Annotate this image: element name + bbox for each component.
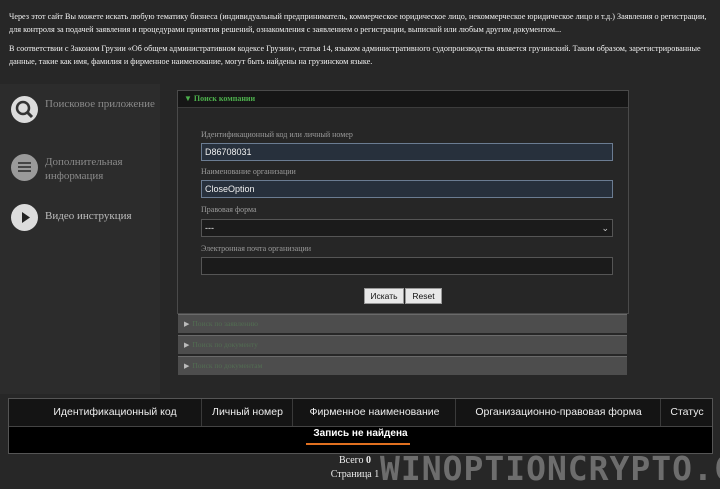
watermark: WINOPTIONCRYPTO.COM [380,449,720,488]
intro-paragraph-1: Через этот сайт Вы можете искать любую т… [9,12,707,34]
total-value: 0 [366,455,372,466]
sidebar-item-additional-info[interactable]: Дополнительная информация [11,151,161,185]
sidebar-item-search-app[interactable]: Поисковое приложение [11,93,161,127]
column-header-personal-number[interactable]: Личный номер [201,399,293,426]
intro-paragraph-2: В соответствии с Законом Грузии «Об обще… [9,44,701,66]
company-search-panel: ▼ Поиск компании Идентификационный код и… [177,90,629,314]
sidebar-item-video-guide[interactable]: Видео инструкция [11,201,161,235]
orange-underline [306,443,410,445]
sidebar-item-label: Дополнительная информация [45,156,123,182]
column-header-firm-name[interactable]: Фирменное наименование [292,399,456,426]
sidebar: Поисковое приложение Дополнительная инфо… [0,84,160,394]
results-table: Идентификационный код Личный номер Фирме… [8,398,713,454]
chevron-right-icon: ▶ [184,341,190,349]
column-header-id-code[interactable]: Идентификационный код [29,399,201,426]
total-label: Всего [338,455,364,466]
accordion-label: Поиск по документам [192,361,263,370]
empty-results-message: Запись не найдена [313,428,408,439]
org-name-input[interactable]: CloseOption [201,180,613,198]
org-name-label: Наименование организации [201,167,296,176]
panel-title[interactable]: ▼ Поиск компании [178,91,628,108]
accordion-label: Поиск по документу [192,340,258,349]
id-label: Идентификационный код или личный номер [201,130,353,139]
chevron-right-icon: ▶ [184,320,190,328]
accordion-document-search[interactable]: ▶ Поиск по документу [178,335,627,354]
chevron-right-icon: ▶ [184,362,190,370]
id-input[interactable]: D86708031 [201,143,613,161]
search-button[interactable]: Искать [364,288,404,304]
search-icon [11,96,38,123]
column-header-legal-form[interactable]: Организационно-правовая форма [455,399,661,426]
reset-button[interactable]: Reset [405,288,442,304]
legal-form-value: --- [205,223,214,233]
accordion-application-search[interactable]: ▶ Поиск по заявлению [178,314,627,333]
column-header-status[interactable]: Статус [660,399,713,426]
email-label: Электронная почта организации [201,244,312,253]
document-icon [11,154,38,181]
legal-form-label: Правовая форма [201,205,257,214]
table-header: Идентификационный код Личный номер Фирме… [9,399,712,427]
chevron-down-icon: ⌄ [601,223,609,233]
email-input[interactable] [201,257,613,275]
sidebar-item-label: Поисковое приложение [45,98,155,110]
play-icon [11,204,38,231]
sidebar-item-label: Видео инструкция [45,210,132,222]
accordion-documents-search[interactable]: ▶ Поиск по документам [178,356,627,375]
accordion-label: Поиск по заявлению [192,319,258,328]
legal-form-select[interactable]: --- ⌄ [201,219,613,237]
intro-text: Через этот сайт Вы можете искать любую т… [9,11,711,75]
